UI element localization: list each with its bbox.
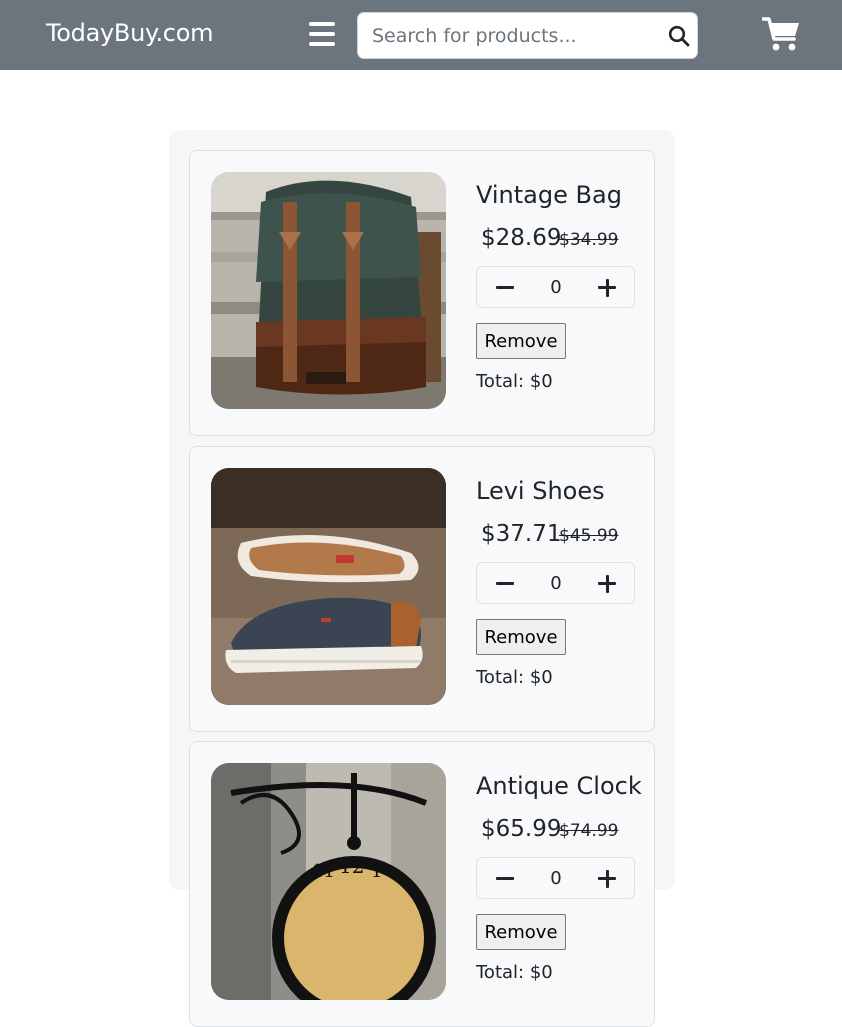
quantity-value: 0 <box>550 277 562 298</box>
product-name: Antique Clock <box>476 772 642 800</box>
remove-button[interactable]: Remove <box>476 619 566 655</box>
minus-icon[interactable] <box>491 274 519 302</box>
product-price: $28.69 <box>481 225 562 251</box>
item-total: Total: $0 <box>476 667 553 688</box>
antique-clock-image[interactable]: 12 1 11 <box>211 763 446 1000</box>
quantity-value: 0 <box>550 868 562 889</box>
cart-item: 12 1 11 Antique Clock $65.99 $74.99 0 Re… <box>189 741 655 1027</box>
item-total: Total: $0 <box>476 962 553 983</box>
product-name: Vintage Bag <box>476 181 622 209</box>
quantity-stepper: 0 <box>476 266 635 308</box>
product-price: $65.99 <box>481 816 562 842</box>
cart-item: Vintage Bag $28.69 $34.99 0 Remove Total… <box>189 150 655 436</box>
brand-logo[interactable]: TodayBuy.com <box>46 19 213 47</box>
original-price: $34.99 <box>559 230 619 250</box>
svg-text:1: 1 <box>371 861 382 882</box>
vintage-bag-image[interactable] <box>211 172 446 409</box>
quantity-stepper: 0 <box>476 562 635 604</box>
plus-icon[interactable] <box>593 570 621 598</box>
hamburger-menu-icon[interactable] <box>306 20 338 48</box>
search-icon[interactable] <box>668 25 690 47</box>
product-name: Levi Shoes <box>476 477 605 505</box>
svg-text:12: 12 <box>339 854 364 878</box>
minus-icon[interactable] <box>491 570 519 598</box>
navbar: TodayBuy.com <box>0 0 842 70</box>
quantity-stepper: 0 <box>476 857 635 899</box>
minus-icon[interactable] <box>491 865 519 893</box>
product-price: $37.71 <box>481 521 562 547</box>
remove-button[interactable]: Remove <box>476 914 566 950</box>
plus-icon[interactable] <box>593 865 621 893</box>
remove-button[interactable]: Remove <box>476 323 566 359</box>
search-input[interactable] <box>372 23 658 49</box>
cart-item: Levi Shoes $37.71 $45.99 0 Remove Total:… <box>189 446 655 732</box>
shopping-cart-icon[interactable] <box>762 16 800 52</box>
original-price: $45.99 <box>559 526 619 546</box>
levi-shoes-image[interactable] <box>211 468 446 705</box>
search-bar <box>357 12 698 59</box>
quantity-value: 0 <box>550 573 562 594</box>
svg-text:11: 11 <box>312 861 335 882</box>
plus-icon[interactable] <box>593 274 621 302</box>
item-total: Total: $0 <box>476 371 553 392</box>
original-price: $74.99 <box>559 821 619 841</box>
